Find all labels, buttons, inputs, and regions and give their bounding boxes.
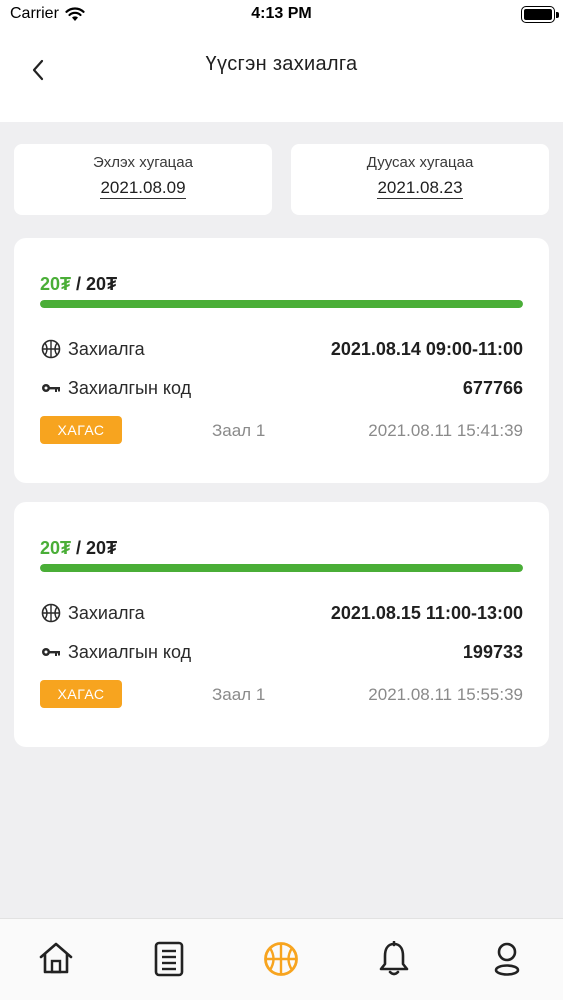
order-code-label: Захиалгын код bbox=[68, 377, 192, 398]
end-date-label: Дуусах хугацаа bbox=[366, 154, 474, 171]
basketball-icon bbox=[40, 338, 62, 360]
order-code-row: Захиалгын код 199733 bbox=[40, 639, 523, 665]
nav-home[interactable] bbox=[0, 919, 113, 1000]
battery-icon bbox=[521, 6, 559, 23]
nav-booking[interactable] bbox=[225, 919, 338, 1000]
order-code-value: 677766 bbox=[462, 377, 523, 398]
payment-progress-fill bbox=[40, 564, 523, 572]
list-icon bbox=[154, 941, 184, 977]
order-meta: ХАГАС Заал 1 2021.08.11 15:41:39 bbox=[40, 415, 523, 445]
home-icon bbox=[39, 942, 73, 974]
order-code-label: Захиалгын код bbox=[68, 641, 192, 662]
booking-row: Захиалга 2021.08.14 09:00-11:00 bbox=[40, 336, 523, 362]
created-timestamp: 2021.08.11 15:55:39 bbox=[368, 685, 523, 704]
top-area: Carrier 4:13 PM Үүсгэн захиалга bbox=[0, 0, 563, 122]
status-badge: ХАГАС bbox=[40, 680, 122, 708]
order-card[interactable]: 20₮ / 20₮ Захиалга 2021.08.14 09:00-11:0… bbox=[14, 238, 549, 483]
order-meta: ХАГАС Заал 1 2021.08.11 15:55:39 bbox=[40, 679, 523, 709]
total-amount: 20₮ bbox=[86, 538, 118, 558]
paid-amount: 20₮ bbox=[40, 274, 72, 294]
status-badge: ХАГАС bbox=[40, 416, 122, 444]
nav-notifications[interactable] bbox=[338, 919, 451, 1000]
profile-icon bbox=[494, 942, 519, 976]
bell-icon bbox=[379, 941, 409, 976]
key-icon bbox=[40, 377, 62, 399]
bottom-nav bbox=[0, 918, 563, 1000]
booking-label: Захиалга bbox=[68, 338, 145, 359]
end-date-value[interactable]: 2021.08.23 bbox=[377, 177, 463, 199]
payment-progress bbox=[40, 564, 523, 572]
booking-row: Захиалга 2021.08.15 11:00-13:00 bbox=[40, 600, 523, 626]
basketball-icon bbox=[40, 602, 62, 624]
status-bar: Carrier 4:13 PM bbox=[0, 0, 563, 30]
order-card[interactable]: 20₮ / 20₮ Захиалга 2021.08.15 11:00-13:0… bbox=[14, 502, 549, 747]
amount-separator: / bbox=[71, 274, 87, 294]
basketball-icon bbox=[264, 942, 299, 976]
booking-time: 2021.08.14 09:00-11:00 bbox=[330, 338, 523, 359]
payment-amount: 20₮ / 20₮ bbox=[40, 538, 117, 559]
amount-separator: / bbox=[71, 538, 87, 558]
order-code-row: Захиалгын код 677766 bbox=[40, 375, 523, 401]
nav-orders[interactable] bbox=[113, 919, 226, 1000]
start-date-label: Эхлэх хугацаа bbox=[93, 154, 193, 171]
order-code-value: 199733 bbox=[462, 641, 523, 662]
page-header: Үүсгэн захиалга bbox=[0, 38, 563, 98]
created-timestamp: 2021.08.11 15:41:39 bbox=[368, 421, 523, 440]
status-time: 4:13 PM bbox=[251, 5, 312, 22]
hall-name: Заал 1 bbox=[212, 421, 266, 440]
nav-profile[interactable] bbox=[450, 919, 563, 1000]
end-date-picker[interactable]: Дуусах хугацаа 2021.08.23 bbox=[291, 144, 549, 215]
key-icon bbox=[40, 641, 62, 663]
payment-progress bbox=[40, 300, 523, 308]
start-date-value[interactable]: 2021.08.09 bbox=[100, 177, 186, 199]
paid-amount: 20₮ bbox=[40, 538, 72, 558]
booking-time: 2021.08.15 11:00-13:00 bbox=[330, 602, 523, 623]
payment-progress-fill bbox=[40, 300, 523, 308]
booking-label: Захиалга bbox=[68, 602, 145, 623]
hall-name: Заал 1 bbox=[212, 685, 266, 704]
total-amount: 20₮ bbox=[86, 274, 118, 294]
page-title: Үүсгэн захиалга bbox=[205, 53, 358, 75]
payment-amount: 20₮ / 20₮ bbox=[40, 274, 117, 295]
start-date-picker[interactable]: Эхлэх хугацаа 2021.08.09 bbox=[14, 144, 272, 215]
